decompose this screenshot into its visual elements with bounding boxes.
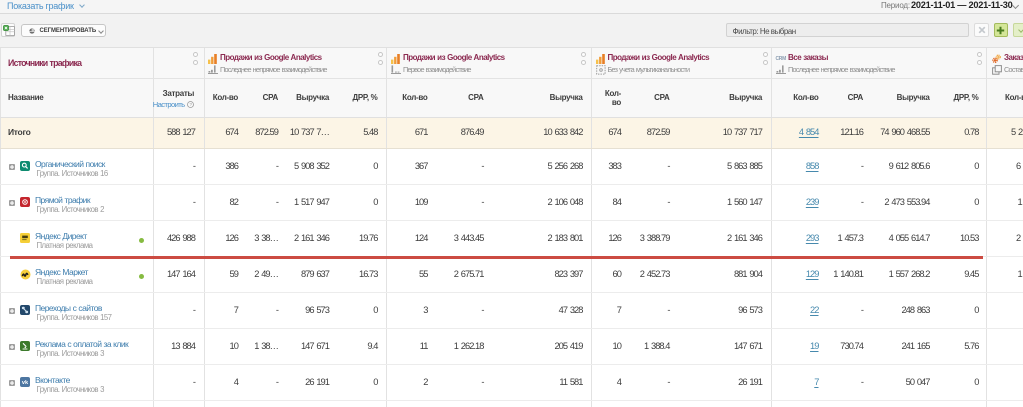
svg-text:vk: vk (22, 380, 29, 386)
svg-text:?: ? (189, 102, 192, 107)
